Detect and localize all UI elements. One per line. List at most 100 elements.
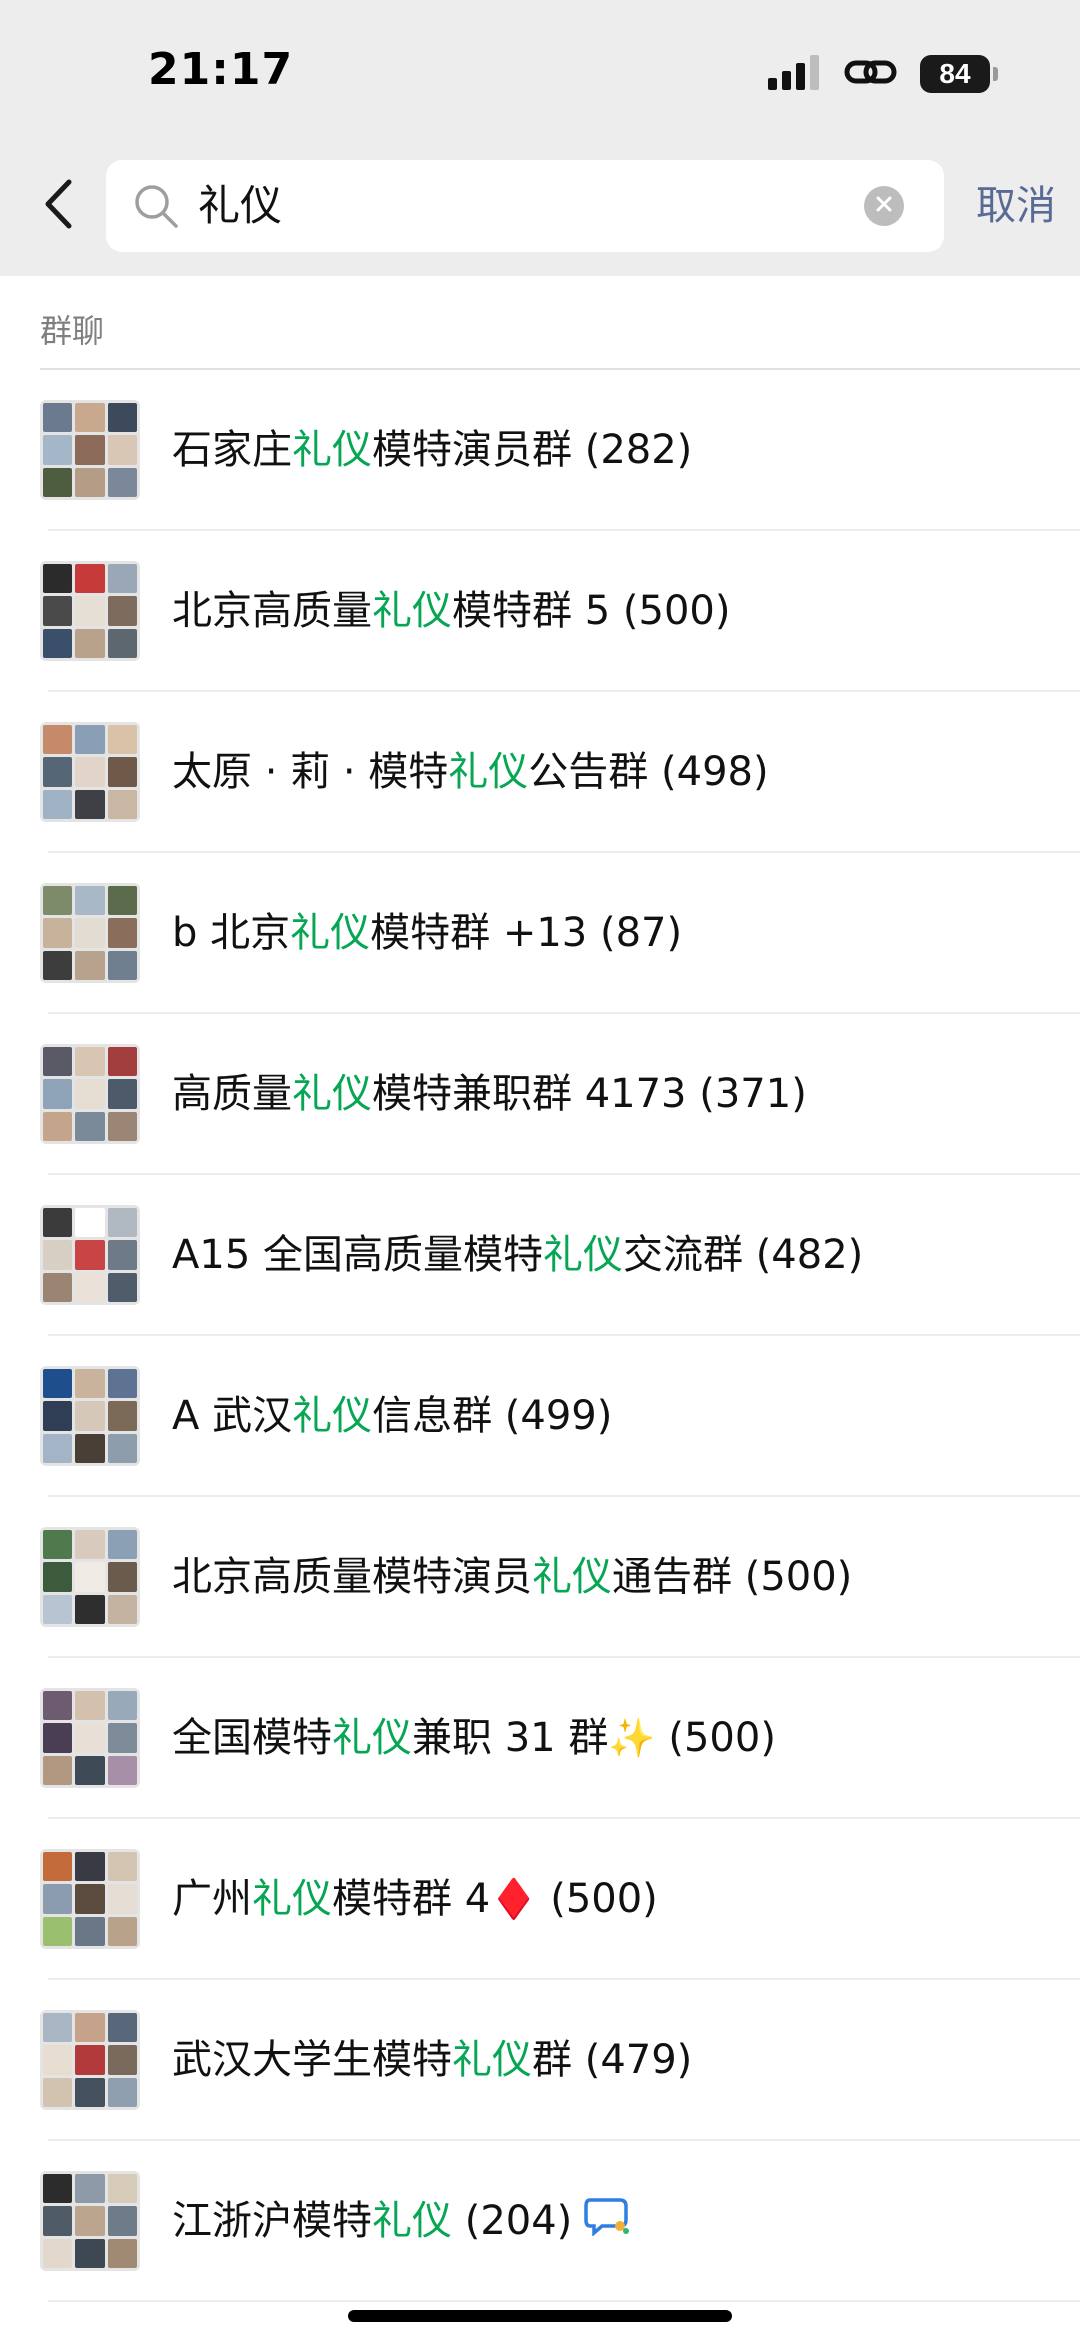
- group-name-emoji: ♦️: [490, 1877, 538, 1921]
- group-name-suffix: 兼职 31 群: [412, 1715, 609, 1761]
- status-time: 21:17: [148, 44, 294, 95]
- group-name-prefix: 武汉大学生模特: [172, 2037, 452, 2083]
- group-avatar: [40, 2171, 140, 2271]
- group-name-prefix: 北京高质量模特演员: [172, 1554, 532, 1600]
- member-count: (482): [755, 1232, 864, 1278]
- group-name-prefix: 高质量: [172, 1071, 292, 1117]
- link-icon: [844, 54, 898, 94]
- group-name-match: 礼仪: [542, 1232, 623, 1278]
- section-title-group-chats: 群聊: [40, 312, 105, 350]
- group-chat-row[interactable]: 全国模特礼仪兼职 31 群✨ (500): [0, 1658, 1080, 1819]
- group-name-suffix: 模特群 +13: [370, 910, 588, 956]
- chat-bubble-icon: [584, 2143, 630, 2304]
- group-name-match: 礼仪: [252, 1876, 332, 1922]
- group-name-match: 礼仪: [372, 2198, 452, 2244]
- member-count: (500): [744, 1554, 853, 1600]
- group-name: b 北京礼仪模特群 +13 (87): [172, 853, 682, 1014]
- group-avatar: [40, 1527, 140, 1627]
- group-chat-row[interactable]: 江浙沪模特礼仪 (204): [0, 2141, 1080, 2302]
- group-chat-row[interactable]: b 北京礼仪模特群 +13 (87): [0, 853, 1080, 1014]
- group-avatar: [40, 2010, 140, 2110]
- group-name-prefix: 北京高质量: [172, 588, 372, 634]
- group-name-match: 礼仪: [448, 749, 529, 795]
- group-name-match: 礼仪: [292, 427, 372, 473]
- search-header: 21:17 84 礼仪 取消: [0, 0, 1080, 276]
- group-name-suffix: 信息群: [372, 1393, 493, 1439]
- group-name: A15 全国高质量模特礼仪交流群 (482): [172, 1175, 863, 1336]
- group-chat-list: 石家庄礼仪模特演员群 (282) 北京高质量礼仪模特群 5 (500) 太原 · 莉…: [0, 370, 1080, 2302]
- member-count: (500): [622, 588, 731, 634]
- search-input[interactable]: 礼仪: [198, 160, 282, 252]
- group-name-prefix: 全国模特: [172, 1715, 332, 1761]
- member-count: (204): [464, 2198, 573, 2244]
- group-chat-row[interactable]: 高质量礼仪模特兼职群 4173 (371): [0, 1014, 1080, 1175]
- member-count: (371): [699, 1071, 807, 1117]
- group-avatar: [40, 722, 140, 822]
- group-name-match: 礼仪: [332, 1715, 412, 1761]
- group-name-prefix: A 武汉: [172, 1393, 293, 1439]
- group-chat-row[interactable]: 北京高质量礼仪模特群 5 (500): [0, 531, 1080, 692]
- group-chat-row[interactable]: 广州礼仪模特群 4♦️ (500): [0, 1819, 1080, 1980]
- group-name-suffix: 模特兼职群 4173: [372, 1071, 687, 1117]
- group-name-prefix: 太原 · 莉 · 模特: [172, 749, 449, 795]
- group-name-match: 礼仪: [292, 1393, 373, 1439]
- group-name-prefix: 江浙沪模特: [172, 2198, 372, 2244]
- group-avatar: [40, 1366, 140, 1466]
- group-name-suffix: 模特演员群: [372, 427, 572, 473]
- group-name: 全国模特礼仪兼职 31 群✨ (500): [172, 1658, 776, 1819]
- group-name-match: 礼仪: [532, 1554, 612, 1600]
- group-chat-row[interactable]: 石家庄礼仪模特演员群 (282): [0, 370, 1080, 531]
- cellular-signal-icon: [768, 54, 822, 94]
- group-name-suffix: 公告群: [528, 749, 649, 795]
- clear-circle-icon: [874, 194, 894, 218]
- group-name: 石家庄礼仪模特演员群 (282): [172, 370, 692, 531]
- back-button[interactable]: [36, 170, 80, 242]
- group-chat-row[interactable]: 太原 · 莉 · 模特礼仪公告群 (498): [0, 692, 1080, 853]
- group-avatar: [40, 561, 140, 661]
- group-name: 广州礼仪模特群 4♦️ (500): [172, 1819, 658, 1980]
- member-count: (499): [504, 1393, 613, 1439]
- member-count: (498): [661, 749, 769, 795]
- group-avatar: [40, 1688, 140, 1788]
- group-name-prefix: b 北京: [172, 910, 291, 956]
- group-name: 武汉大学生模特礼仪群 (479): [172, 1980, 692, 2141]
- member-count: (500): [668, 1715, 776, 1761]
- group-avatar: [40, 1044, 140, 1144]
- group-avatar: [40, 1849, 140, 1949]
- search-results-screen: 21:17 84 礼仪 取消 群聊 石家庄礼仪模特演员群 (282) 北京高质量…: [0, 0, 1080, 2341]
- cancel-button[interactable]: 取消: [976, 160, 1056, 252]
- group-name: 北京高质量礼仪模特群 5 (500): [172, 531, 730, 692]
- group-chat-row[interactable]: 武汉大学生模特礼仪群 (479): [0, 1980, 1080, 2141]
- group-name: 江浙沪模特礼仪 (204): [172, 2141, 630, 2302]
- group-name-match: 礼仪: [452, 2037, 532, 2083]
- group-avatar: [40, 400, 140, 500]
- group-name-suffix: 通告群: [612, 1554, 732, 1600]
- search-field[interactable]: 礼仪: [106, 160, 944, 252]
- group-chat-row[interactable]: A 武汉礼仪信息群 (499): [0, 1336, 1080, 1497]
- member-count: (87): [599, 910, 683, 956]
- group-name-prefix: A15 全国高质量模特: [172, 1232, 543, 1278]
- member-count: (500): [550, 1876, 658, 1922]
- group-name: A 武汉礼仪信息群 (499): [172, 1336, 612, 1497]
- group-chat-row[interactable]: 北京高质量模特演员礼仪通告群 (500): [0, 1497, 1080, 1658]
- clear-button[interactable]: [864, 186, 904, 226]
- group-name-prefix: 广州: [172, 1876, 252, 1922]
- group-avatar: [40, 883, 140, 983]
- group-chat-row[interactable]: A15 全国高质量模特礼仪交流群 (482): [0, 1175, 1080, 1336]
- group-name-suffix: 模特群 5: [452, 588, 611, 634]
- group-name-suffix: 模特群 4: [332, 1876, 491, 1922]
- group-name-suffix: 交流群: [622, 1232, 743, 1278]
- group-name-match: 礼仪: [292, 1071, 372, 1117]
- group-name: 太原 · 莉 · 模特礼仪公告群 (498): [172, 692, 769, 853]
- group-name: 高质量礼仪模特兼职群 4173 (371): [172, 1014, 807, 1175]
